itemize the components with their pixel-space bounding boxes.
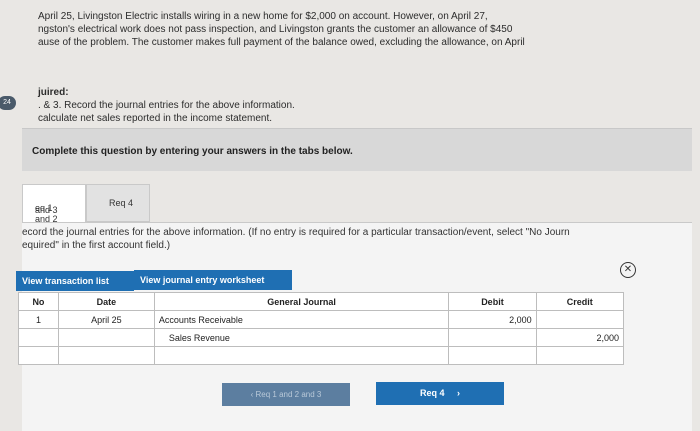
next-req-button[interactable]: Req 4 ›	[376, 382, 504, 405]
row-no	[18, 328, 59, 347]
row-account[interactable]: Accounts Receivable	[153, 310, 450, 329]
row-date[interactable]: April 25	[57, 310, 155, 329]
required-item-2: calculate net sales reported in the inco…	[38, 113, 273, 124]
row-account[interactable]: Sales Revenue	[153, 328, 450, 347]
prev-req-label: Req 1 and 2 and 3	[255, 390, 322, 399]
tab-req-1-2-3[interactable]: eq 1 and 2 and 3	[22, 184, 86, 224]
prev-req-button[interactable]: ‹ Req 1 and 2 and 3	[222, 383, 350, 406]
table-row: 1 April 25 Accounts Receivable 2,000	[18, 310, 625, 329]
header-date: Date	[57, 292, 155, 311]
required-section: juired: . & 3. Record the journal entrie…	[38, 86, 295, 125]
view-journal-worksheet-button[interactable]: View journal entry worksheet	[134, 270, 292, 290]
row-credit[interactable]: 2,000	[535, 328, 625, 347]
header-no: No	[18, 292, 59, 311]
header-credit: Credit	[535, 292, 625, 311]
row-no	[18, 346, 59, 365]
row-debit[interactable]: 2,000	[448, 310, 537, 329]
page-number-badge: 24	[0, 96, 16, 110]
row-date[interactable]	[57, 328, 155, 347]
row-date[interactable]	[57, 346, 155, 365]
problem-line-3: ause of the problem. The customer makes …	[38, 37, 525, 48]
row-debit[interactable]	[448, 328, 537, 347]
instructions-line-2: equired" in the first account field.)	[22, 240, 171, 251]
row-account[interactable]	[153, 346, 450, 365]
problem-line-2: ngston's electrical work does not pass i…	[38, 24, 513, 35]
row-no: 1	[18, 310, 59, 329]
row-debit[interactable]	[448, 346, 537, 365]
header-debit: Debit	[448, 292, 537, 311]
tab-req-4-label: Req 4	[109, 198, 134, 208]
problem-text: April 25, Livingston Electric installs w…	[38, 10, 638, 49]
row-credit[interactable]	[535, 346, 625, 365]
header-general-journal: General Journal	[153, 292, 450, 311]
instructions-line-1: ecord the journal entries for the above …	[22, 227, 570, 238]
instructions: ecord the journal entries for the above …	[22, 226, 570, 252]
chevron-right-icon: ›	[457, 388, 461, 398]
table-row	[18, 346, 625, 365]
answer-panel: ecord the journal entries for the above …	[16, 222, 692, 431]
tab-req-4[interactable]: Req 4	[86, 184, 150, 222]
journal-header-row: No Date General Journal Debit Credit	[18, 292, 625, 311]
required-item-1: . & 3. Record the journal entries for th…	[38, 100, 295, 111]
complete-question-text: Complete this question by entering your …	[32, 146, 353, 157]
complete-question-banner: Complete this question by entering your …	[22, 128, 692, 171]
row-credit[interactable]	[535, 310, 625, 329]
close-icon[interactable]: ✕	[620, 262, 636, 278]
chevron-left-icon: ‹	[250, 390, 254, 399]
problem-line-1: April 25, Livingston Electric installs w…	[38, 11, 488, 22]
table-row: Sales Revenue 2,000	[18, 328, 625, 347]
view-transaction-list-button[interactable]: View transaction list	[16, 271, 134, 291]
journal-table: No Date General Journal Debit Credit 1 A…	[18, 292, 625, 365]
next-req-label: Req 4	[419, 388, 445, 398]
required-heading: juired:	[38, 87, 69, 98]
